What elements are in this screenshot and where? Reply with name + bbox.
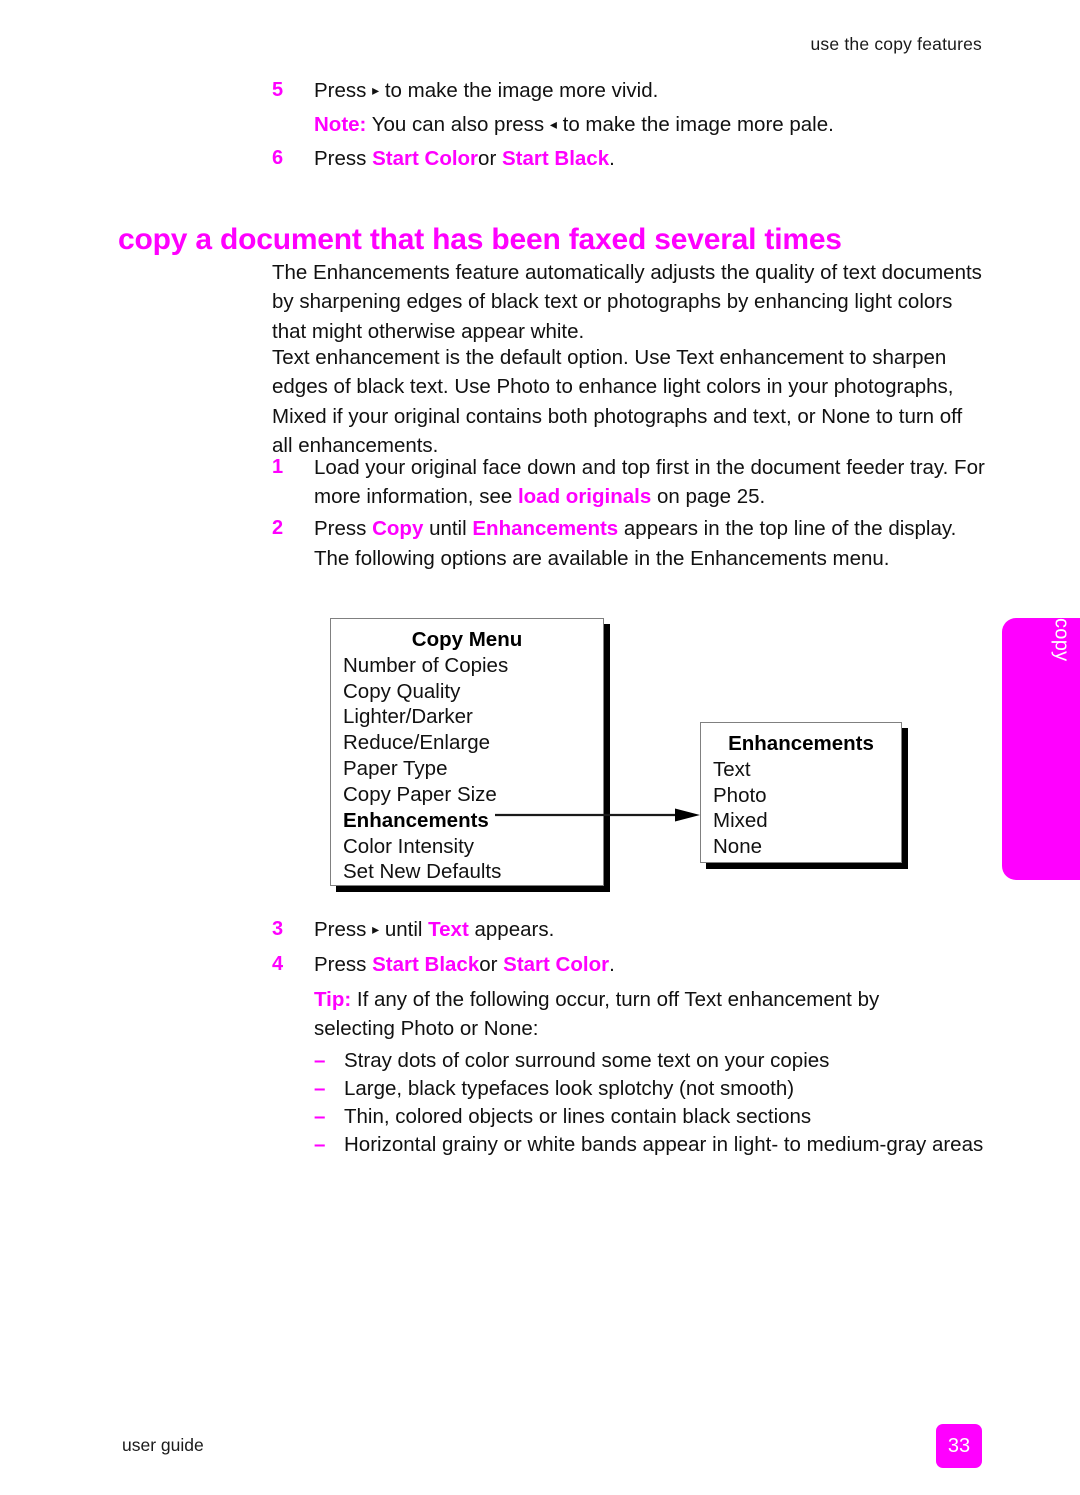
copy-menu-item: Copy Quality bbox=[343, 679, 461, 703]
step-6-prefix: Press bbox=[314, 147, 367, 170]
start-color-button-reference: Start Color bbox=[372, 147, 479, 170]
step-2-part-b: until bbox=[429, 517, 467, 540]
copy-menu-item: Paper Type bbox=[343, 757, 448, 781]
list-item: – Stray dots of color surround some text… bbox=[314, 1046, 1004, 1075]
step-2: 2 Press Copy until Enhancements appears … bbox=[272, 514, 992, 543]
copy-menu-item-enhancements: Enhancements bbox=[343, 808, 489, 832]
step-3-middle: until bbox=[384, 918, 423, 941]
list-item-text: Large, black typefaces look splotchy (no… bbox=[344, 1077, 795, 1100]
intro-paragraph-2: Text enhancement is the default option. … bbox=[272, 346, 963, 457]
footer-label: user guide bbox=[122, 1435, 204, 1455]
step-4-number: 4 bbox=[272, 953, 284, 975]
step-5: 5 Press ▸ to make the image more vivid. bbox=[272, 76, 992, 105]
copy-menu-item: Set New Defaults bbox=[343, 860, 502, 884]
copy-menu-item: Copy Paper Size bbox=[343, 782, 497, 806]
step-2-follow-line: The following options are available in t… bbox=[314, 547, 890, 570]
left-arrow-glyph-icon: ◂ bbox=[549, 116, 557, 132]
chapter-thumb-tab-label: copy bbox=[1050, 618, 1073, 662]
step-4-text: Press Start Blackor Start Color. bbox=[314, 950, 992, 979]
chapter-thumb-tab-copy: copy bbox=[1002, 618, 1080, 880]
enhancements-option: None bbox=[713, 835, 763, 859]
dash-bullet-icon: – bbox=[314, 1049, 326, 1072]
list-item: – Thin, colored objects or lines contain… bbox=[314, 1102, 1004, 1131]
list-item: – Horizontal grainy or white bands appea… bbox=[314, 1130, 1004, 1159]
enhancements-options-list: Text Photo Mixed None bbox=[701, 757, 901, 860]
note-label: Note: bbox=[314, 113, 367, 136]
step-5-prefix: Press bbox=[314, 79, 367, 102]
step-3-suffix: appears. bbox=[474, 918, 555, 941]
step-2-part-a: Press bbox=[314, 517, 367, 540]
enhancements-option: Photo bbox=[713, 783, 767, 807]
step-6-number: 6 bbox=[272, 147, 284, 169]
step-5-text: Press ▸ to make the image more vivid. bbox=[314, 76, 992, 105]
step-3-prefix: Press bbox=[314, 918, 367, 941]
step-6: 6 Press Start Coloror Start Black. bbox=[272, 144, 992, 173]
dash-bullet-icon: – bbox=[314, 1105, 326, 1128]
copy-button-reference: Copy bbox=[372, 517, 424, 540]
list-item-text: Horizontal grainy or white bands appear … bbox=[344, 1133, 984, 1156]
list-item: – Large, black typefaces look splotchy (… bbox=[314, 1074, 1004, 1103]
step-3-number: 3 bbox=[272, 918, 284, 940]
enhancements-option: Mixed bbox=[713, 809, 768, 833]
note-line: Note: You can also press ◂ to make the i… bbox=[314, 110, 994, 139]
step-1-text: Load your original face down and top fir… bbox=[314, 453, 992, 511]
step-1-number: 1 bbox=[272, 456, 284, 478]
enhancements-menu-reference: Enhancements bbox=[472, 517, 619, 540]
start-black-button-reference: Start Black bbox=[372, 953, 480, 976]
step-1: 1 Load your original face down and top f… bbox=[272, 453, 992, 511]
tip-label: Tip: bbox=[314, 988, 352, 1011]
start-black-button-reference: Start Black bbox=[501, 147, 610, 170]
intro-paragraph-1: The Enhancements feature automatically a… bbox=[272, 261, 982, 343]
list-item-text: Stray dots of color surround some text o… bbox=[344, 1049, 830, 1072]
step-5-suffix: to make the image more vivid. bbox=[384, 79, 659, 102]
step-4-conjunction: or bbox=[479, 953, 498, 976]
step-1-part-b: on page 25. bbox=[656, 485, 766, 509]
load-originals-link[interactable]: load originals bbox=[518, 485, 651, 508]
enhancements-box-title: Enhancements bbox=[728, 732, 874, 755]
running-header: use the copy features bbox=[810, 34, 982, 54]
step-4-prefix: Press bbox=[314, 953, 367, 976]
enhancements-options-box: Enhancements Text Photo Mixed None bbox=[700, 722, 902, 863]
copy-menu-list: Number of Copies Copy Quality Lighter/Da… bbox=[331, 653, 603, 885]
tip-block: Tip: If any of the following occur, turn… bbox=[314, 985, 914, 1043]
step-6-period: . bbox=[609, 147, 615, 170]
section-heading: copy a document that has been faxed seve… bbox=[118, 223, 842, 257]
dash-bullet-icon: – bbox=[314, 1133, 326, 1156]
step-3-text: Press ▸ until Text appears. bbox=[314, 915, 992, 944]
step-4: 4 Press Start Blackor Start Color. bbox=[272, 950, 992, 979]
document-page: use the copy features 5 Press ▸ to make … bbox=[0, 0, 1080, 1495]
copy-menu-item: Lighter/Darker bbox=[343, 705, 473, 729]
text-option-reference: Text bbox=[428, 918, 469, 941]
copy-menu-box: Copy Menu Number of Copies Copy Quality … bbox=[330, 618, 604, 886]
right-arrow-glyph-icon: ▸ bbox=[372, 921, 380, 937]
tip-text: If any of the following occur, turn off … bbox=[314, 988, 880, 1041]
step-5-number: 5 bbox=[272, 79, 284, 101]
note-prefix: You can also press bbox=[371, 113, 545, 136]
copy-menu-item: Number of Copies bbox=[343, 653, 509, 677]
list-item-text: Thin, colored objects or lines contain b… bbox=[344, 1105, 812, 1128]
dash-bullet-icon: – bbox=[314, 1077, 326, 1100]
note-suffix: to make the image more pale. bbox=[562, 113, 834, 136]
step-2-part-c: appears in the top line of the display. bbox=[623, 517, 957, 540]
step-3: 3 Press ▸ until Text appears. bbox=[272, 915, 992, 944]
page-number-badge: 33 bbox=[936, 1424, 982, 1468]
step-4-period: . bbox=[609, 953, 615, 976]
enhancements-option: Text bbox=[713, 757, 751, 781]
right-arrow-glyph-icon: ▸ bbox=[372, 82, 380, 98]
copy-menu-item: Reduce/Enlarge bbox=[343, 731, 491, 755]
start-color-button-reference: Start Color bbox=[503, 953, 610, 976]
copy-menu-title: Copy Menu bbox=[411, 628, 523, 651]
step-2-text: Press Copy until Enhancements appears in… bbox=[314, 514, 992, 543]
step-6-text: Press Start Coloror Start Black. bbox=[314, 144, 992, 173]
copy-menu-item: Color Intensity bbox=[343, 834, 475, 858]
step-6-conjunction: or bbox=[478, 147, 497, 170]
step-2-number: 2 bbox=[272, 517, 284, 539]
